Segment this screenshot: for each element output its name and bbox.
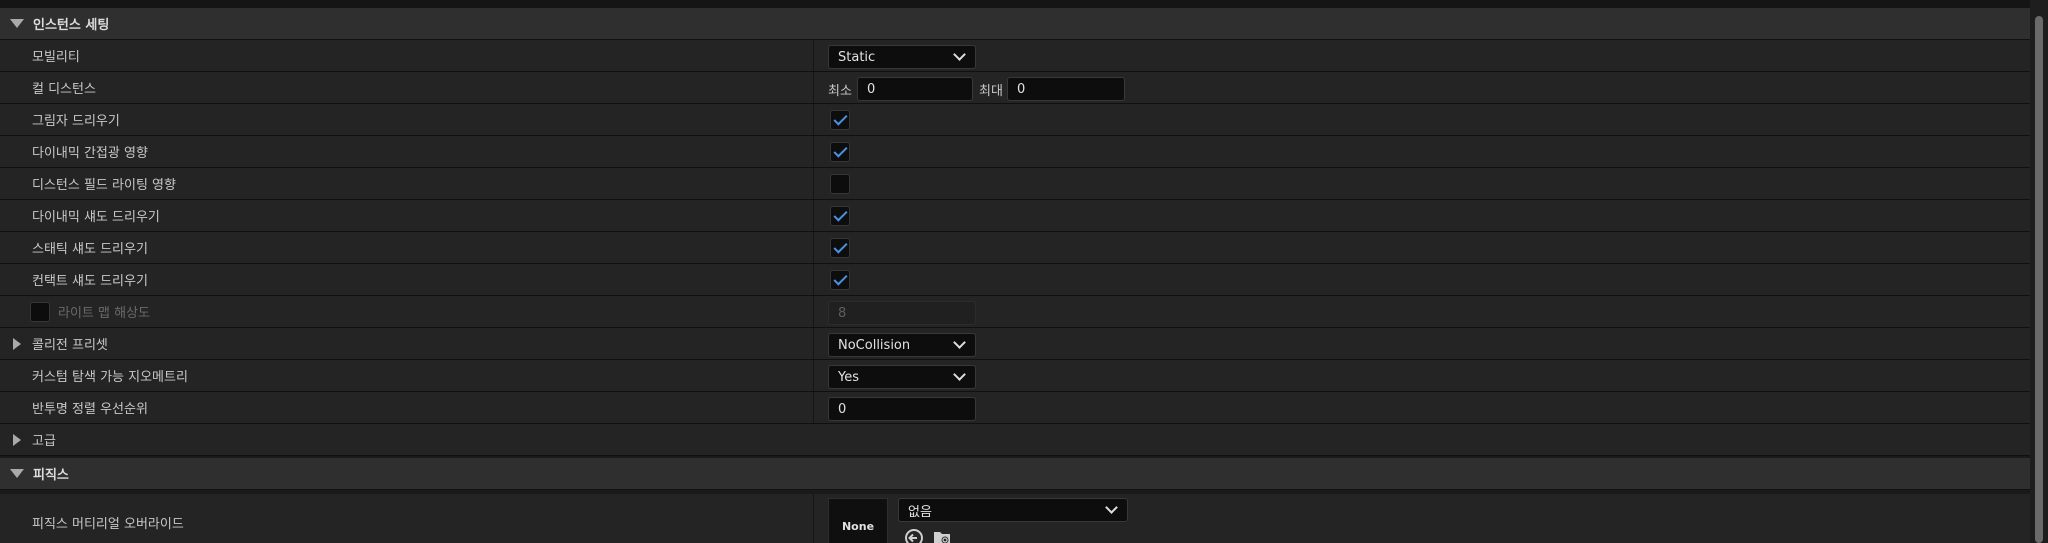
affect-distance-field-label: 디스턴스 필드 라이팅 영향: [32, 178, 176, 193]
section-title: 인스턴스 세팅: [33, 18, 110, 33]
cast-static-shadow-label: 스태틱 섀도 드리우기: [32, 242, 148, 257]
name-cell: 디스턴스 필드 라이팅 영향: [0, 168, 813, 199]
name-cell: 다이내믹 간접광 영향: [0, 136, 813, 167]
mobility-label: 모빌리티: [32, 50, 80, 65]
affect-dynamic-indirect-label: 다이내믹 간접광 영향: [32, 146, 148, 161]
value-cell: Static: [813, 40, 2030, 71]
dropdown-value: Yes: [838, 369, 859, 385]
vertical-scrollbar[interactable]: [2030, 0, 2048, 543]
top-strip: [0, 0, 2030, 8]
cast-dynamic-shadow-label: 다이내믹 섀도 드리우기: [32, 210, 160, 225]
row-collision-preset: 콜리전 프리셋 NoCollision: [0, 328, 2030, 360]
translucency-sort-priority-label: 반투명 정렬 우선순위: [32, 402, 148, 417]
collision-preset-label: 콜리전 프리셋: [32, 338, 108, 353]
custom-navigable-geometry-label: 커스텀 탐색 가능 지오메트리: [32, 370, 188, 385]
cull-max-label: 최대: [979, 84, 1003, 99]
chevron-down-icon: [953, 336, 966, 349]
value-cell: 8: [813, 296, 2030, 327]
dropdown-value: Static: [838, 49, 876, 65]
value-cell: NoCollision: [813, 328, 2030, 359]
name-cell: 커스텀 탐색 가능 지오메트리: [0, 360, 813, 391]
asset-actions: [904, 528, 952, 543]
name-cell: 피직스 머티리얼 오버라이드: [0, 494, 813, 543]
value-cell: None 없음: [813, 494, 2030, 543]
translucency-sort-priority-input[interactable]: 0: [828, 397, 976, 421]
cast-shadow-label: 그림자 드리우기: [32, 114, 120, 129]
value-cell: [813, 168, 2030, 199]
value-cell: 최소 0 최대 0: [813, 72, 2030, 103]
triangle-right-icon[interactable]: [13, 433, 21, 446]
row-custom-navigable-geometry: 커스텀 탐색 가능 지오메트리 Yes: [0, 360, 2030, 392]
triangle-right-icon[interactable]: [13, 337, 21, 350]
row-affect-distance-field: 디스턴스 필드 라이팅 영향: [0, 168, 2030, 200]
row-cast-static-shadow: 스태틱 섀도 드리우기: [0, 232, 2030, 264]
mobility-dropdown[interactable]: Static: [828, 45, 976, 69]
name-cell: 스태틱 섀도 드리우기: [0, 232, 813, 263]
value-cell: [813, 264, 2030, 295]
row-cull-distance: 컬 디스턴스 최소 0 최대 0: [0, 72, 2030, 104]
section-title: 피직스: [33, 468, 69, 483]
phys-material-dropdown[interactable]: 없음: [898, 498, 1128, 522]
value-cell: [813, 200, 2030, 231]
cast-dynamic-shadow-checkbox[interactable]: [830, 206, 850, 226]
triangle-down-icon: [10, 19, 24, 28]
name-cell: 다이내믹 섀도 드리우기: [0, 200, 813, 231]
advanced-label: 고급: [32, 434, 56, 449]
value-cell: Yes: [813, 360, 2030, 391]
cast-contact-shadow-label: 컨택트 섀도 드리우기: [32, 274, 148, 289]
value-cell: [813, 104, 2030, 135]
row-mobility: 모빌리티 Static: [0, 40, 2030, 72]
name-cell: 컬 디스턴스: [0, 72, 813, 103]
cast-shadow-checkbox[interactable]: [830, 110, 850, 130]
row-lightmap-resolution: 라이트 맵 해상도 8: [0, 296, 2030, 328]
affect-distance-field-checkbox[interactable]: [830, 174, 850, 194]
lightmap-override-checkbox[interactable]: [30, 301, 50, 322]
cull-distance-label: 컬 디스턴스: [32, 82, 96, 97]
section-instance-settings[interactable]: 인스턴스 세팅: [0, 8, 2030, 40]
row-phys-material-override: 피직스 머티리얼 오버라이드 None 없음: [0, 494, 2030, 543]
scrollbar-thumb[interactable]: [2035, 16, 2043, 543]
row-translucency-sort-priority: 반투명 정렬 우선순위 0: [0, 392, 2030, 424]
collision-preset-dropdown[interactable]: NoCollision: [828, 333, 976, 357]
chevron-down-icon: [1105, 501, 1118, 514]
name-cell[interactable]: 콜리전 프리셋: [0, 328, 813, 359]
asset-thumbnail[interactable]: None: [828, 498, 888, 543]
custom-navigable-geometry-dropdown[interactable]: Yes: [828, 365, 976, 389]
dropdown-value: 없음: [908, 504, 932, 520]
cull-min-label: 최소: [828, 84, 852, 99]
name-cell: 그림자 드리우기: [0, 104, 813, 135]
section-physics[interactable]: 피직스: [0, 458, 2030, 490]
row-advanced[interactable]: 고급: [0, 424, 2030, 456]
cull-max-input[interactable]: 0: [1007, 77, 1125, 101]
cast-contact-shadow-checkbox[interactable]: [830, 270, 850, 290]
triangle-down-icon: [10, 469, 24, 478]
name-cell: 모빌리티: [0, 40, 813, 71]
value-cell: 0: [813, 392, 2030, 423]
lightmap-resolution-label: 라이트 맵 해상도: [58, 306, 150, 321]
folder-search-icon[interactable]: [932, 528, 952, 543]
browse-arrow-icon[interactable]: [904, 528, 924, 543]
affect-dynamic-indirect-checkbox[interactable]: [830, 142, 850, 162]
dropdown-value: NoCollision: [838, 337, 911, 353]
name-cell: 라이트 맵 해상도: [0, 296, 813, 327]
name-cell: 컨택트 섀도 드리우기: [0, 264, 813, 295]
row-cast-shadow: 그림자 드리우기: [0, 104, 2030, 136]
lightmap-resolution-input: 8: [828, 301, 976, 325]
value-cell: [813, 232, 2030, 263]
name-cell[interactable]: 고급: [0, 424, 813, 455]
cull-min-input[interactable]: 0: [857, 77, 973, 101]
details-panel: 인스턴스 세팅 모빌리티 Static 컬 디스턴스 최소 0 최대 0 그림자…: [0, 0, 2030, 543]
cast-static-shadow-checkbox[interactable]: [830, 238, 850, 258]
row-affect-dynamic-indirect: 다이내믹 간접광 영향: [0, 136, 2030, 168]
name-cell: 반투명 정렬 우선순위: [0, 392, 813, 423]
row-cast-contact-shadow: 컨택트 섀도 드리우기: [0, 264, 2030, 296]
chevron-down-icon: [953, 48, 966, 61]
row-cast-dynamic-shadow: 다이내믹 섀도 드리우기: [0, 200, 2030, 232]
chevron-down-icon: [953, 368, 966, 381]
value-cell: [813, 136, 2030, 167]
phys-material-override-label: 피직스 머티리얼 오버라이드: [32, 516, 184, 532]
